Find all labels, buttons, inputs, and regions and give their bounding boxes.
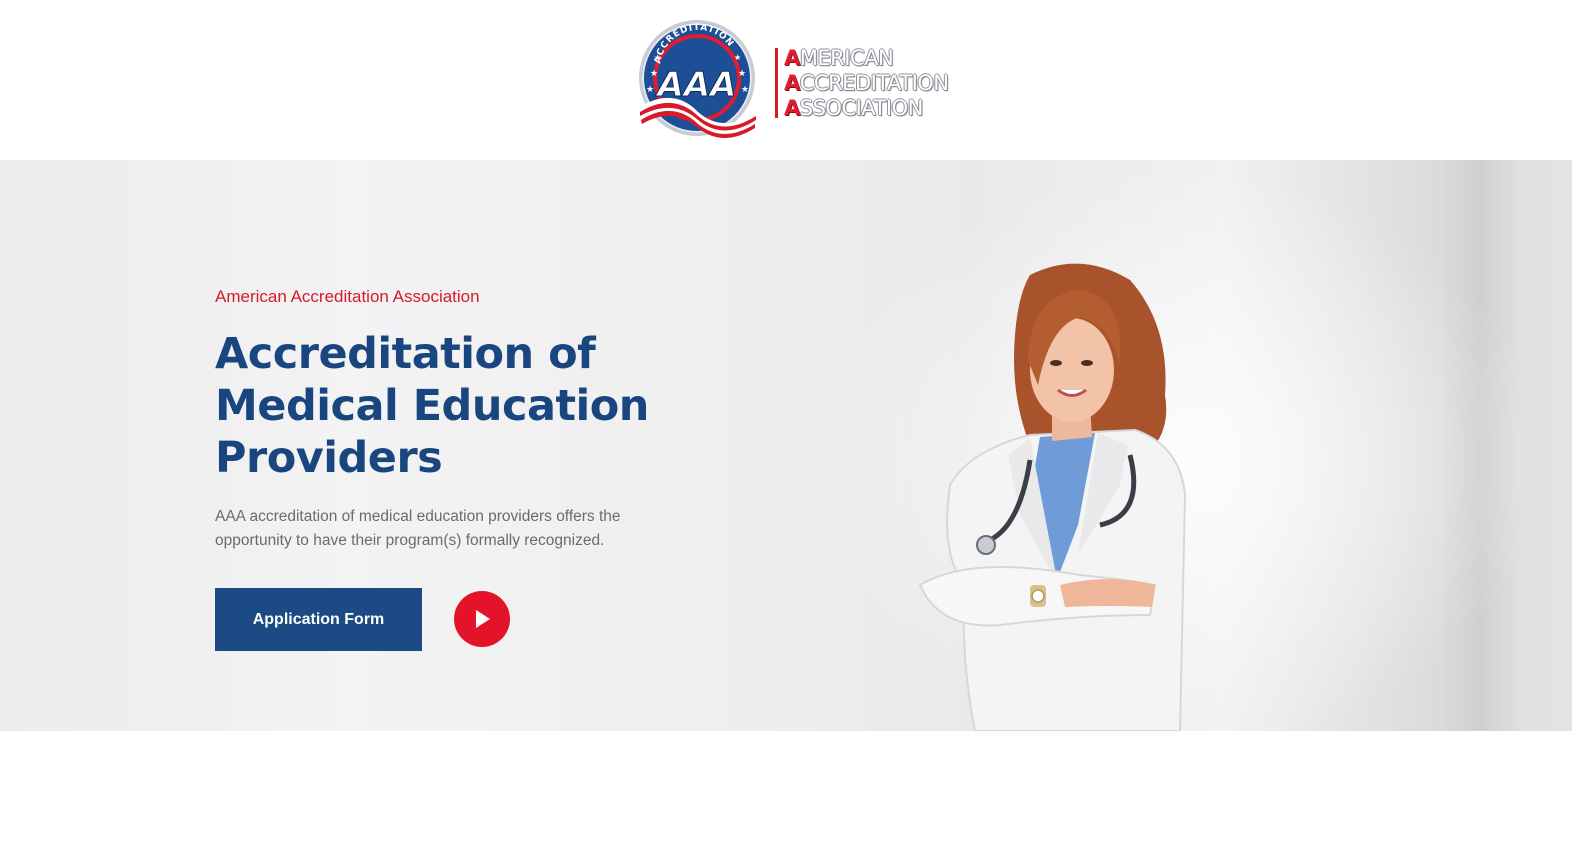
- wordmark-line: AMERICAN: [784, 46, 894, 70]
- svg-text:★: ★: [741, 84, 749, 94]
- hero-description: AAA accreditation of medical education p…: [215, 508, 621, 549]
- svg-text:★: ★: [650, 68, 658, 78]
- play-icon: [476, 610, 490, 628]
- play-video-button[interactable]: [454, 591, 510, 647]
- application-form-button[interactable]: Application Form: [215, 588, 422, 651]
- site-logo[interactable]: ACCREDITATION AAA ★ ★ ★ ★ ★ ★ AMERICAN A…: [628, 16, 958, 140]
- background-shadow: [1440, 160, 1520, 731]
- accreditation-seal-icon: ACCREDITATION AAA ★ ★ ★ ★ ★ ★: [638, 20, 756, 138]
- site-header: ACCREDITATION AAA ★ ★ ★ ★ ★ ★ AMERICAN A…: [0, 0, 1572, 160]
- svg-text:★: ★: [654, 53, 661, 62]
- hero-eyebrow: American Accreditation Association: [215, 287, 480, 306]
- svg-text:★: ★: [738, 68, 746, 78]
- svg-text:★: ★: [646, 84, 654, 94]
- logo-divider: [775, 48, 778, 118]
- hero-title: Accreditation of Medical Education Provi…: [215, 329, 649, 483]
- wordmark-line: ACCREDITATION: [784, 71, 949, 95]
- wordmark-line: ASSOCIATION: [784, 96, 923, 120]
- doctor-photo: [918, 263, 1187, 731]
- logo-wordmark: AMERICAN ACCREDITATION ASSOCIATION: [784, 46, 949, 121]
- svg-text:★: ★: [734, 53, 741, 62]
- hero-section: American Accreditation Association Accre…: [0, 160, 1572, 731]
